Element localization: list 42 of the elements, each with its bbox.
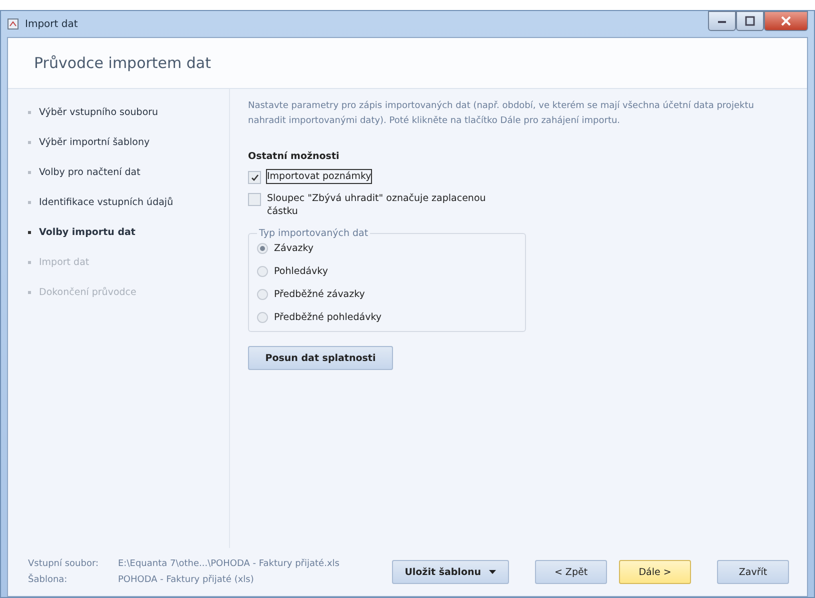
caret-icon	[489, 570, 496, 574]
radio-label[interactable]: Pohledávky	[274, 266, 328, 277]
info-label: Šablona:	[28, 575, 68, 585]
next-button[interactable]: Dále >	[619, 560, 691, 584]
footer-button[interactable]: < Zpět	[535, 560, 607, 584]
app-icon	[7, 18, 19, 30]
wizard-step: Volby pro načtení dat	[28, 167, 229, 178]
instructions-text: Nastavte parametry pro zápis importovaných dat (např. období, ve kterém se mají všechna účetní data projektu nahradit importovanými daty). Poté klikněte na tlačítko Dále pro zahájení importu.	[248, 100, 755, 128]
checkbox[interactable]	[248, 171, 261, 184]
footer-button[interactable]: Zavřít	[717, 560, 789, 584]
radio-label[interactable]: Závazky	[274, 243, 314, 254]
radio-button[interactable]	[257, 312, 268, 323]
maximize-button[interactable]	[736, 11, 764, 31]
checkbox-label[interactable]: Importovat poznámky	[267, 170, 372, 183]
maximize-icon	[745, 16, 755, 26]
radio-label[interactable]: Předběžné pohledávky	[274, 312, 382, 323]
checkmark-icon	[250, 174, 258, 181]
radio-label[interactable]: Předběžné závazky	[274, 289, 365, 300]
minimize-button[interactable]	[708, 11, 736, 31]
window-title: Import dat	[25, 18, 78, 30]
wizard-title: Průvodce importem dat	[34, 54, 212, 72]
info-label: Vstupní soubor:	[28, 559, 100, 569]
checkbox[interactable]	[248, 193, 261, 206]
radio-button[interactable]	[257, 266, 268, 277]
radio-button[interactable]	[257, 243, 268, 254]
info-value: E:\Equanta 7\othe...\POHODA - Faktury přijaté.xls	[118, 559, 340, 569]
info-value: POHODA - Faktury přijaté (xls)	[118, 575, 255, 585]
checkbox-label[interactable]: Sloupec "Zbývá uhradit" označuje zaplacenou částku	[267, 192, 508, 218]
wizard-step: Výběr importní šablony	[28, 137, 229, 148]
wizard-step: Volby importu dat	[28, 227, 229, 238]
close-button[interactable]	[764, 11, 808, 31]
close-icon	[781, 16, 791, 26]
wizard-step: Dokončení průvodce	[28, 287, 229, 298]
group-title: Typ importovaných dat	[258, 228, 370, 239]
wizard-step: Identifikace vstupních údajů	[28, 197, 229, 208]
radio-button[interactable]	[257, 289, 268, 300]
section-title: Ostatní možnosti	[248, 151, 340, 162]
save-template-button[interactable]: Uložit šablonu	[392, 560, 509, 584]
wizard-step: Výběr vstupního souboru	[28, 107, 229, 118]
minimize-icon	[717, 18, 727, 24]
wizard-step: Import dat	[28, 257, 229, 268]
shift-due-dates-button[interactable]: Posun dat splatnosti	[248, 346, 393, 370]
